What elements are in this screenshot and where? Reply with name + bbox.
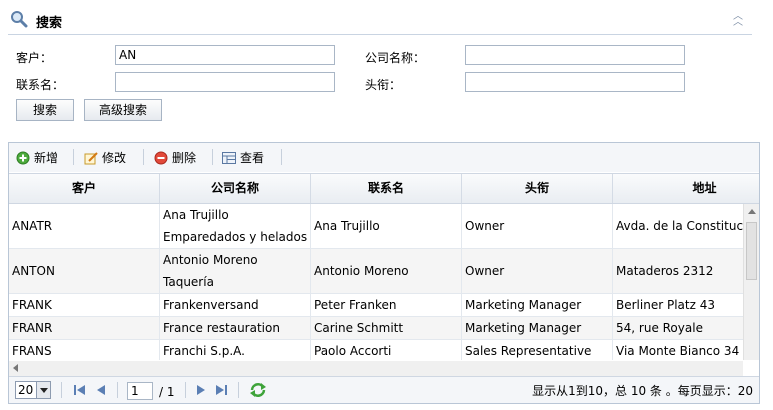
view-icon [222,152,236,164]
column-header-contact[interactable]: 联系名 [311,174,462,203]
pager-divider [238,382,239,398]
title-input[interactable] [465,72,685,92]
cell-address: 54, rue Royale [613,317,743,339]
customer-input[interactable] [115,45,335,65]
column-header-company[interactable]: 公司名称 [160,174,311,203]
cell-address: Mataderos 2312 [613,249,743,293]
page-number-input[interactable] [127,382,153,400]
company-input[interactable] [465,45,685,65]
cell-address: Berliner Platz 43 [613,294,743,316]
cell-company: Franchi S.p.A. [160,340,311,360]
horizontal-scrollbar[interactable] [9,361,743,376]
cell-company: Antonio Moreno Taquería [160,249,311,293]
first-page-icon[interactable] [73,384,87,396]
vertical-scrollbar[interactable] [743,204,759,360]
customer-label: 客户： [16,51,53,65]
cell-customer: FRANK [9,294,160,316]
delete-label: 删除 [172,151,197,165]
cell-title: Sales Representative [462,340,613,360]
cell-title: Owner [462,249,613,293]
previous-page-icon[interactable] [95,384,107,396]
view-button[interactable]: 查看 [222,149,264,167]
table-row[interactable]: FRANK Frankenversand Peter Franken Marke… [9,294,743,317]
search-panel-title: 搜索 [36,16,63,31]
cell-contact: Antonio Moreno [311,249,462,293]
refresh-icon[interactable] [249,382,267,398]
cell-title: Marketing Manager [462,317,613,339]
toolbar-divider [73,149,74,165]
cell-company: Ana Trujillo Emparedados y helados [160,204,311,248]
cell-customer: FRANS [9,340,160,360]
delete-button[interactable]: 删除 [154,149,196,167]
view-label: 查看 [240,151,265,165]
add-label: 新增 [34,151,59,165]
cell-title: Owner [462,204,613,248]
cell-contact: Ana Trujillo [311,204,462,248]
edit-label: 修改 [102,151,127,165]
next-page-icon[interactable] [195,384,207,396]
collapse-icon[interactable]: ︿ ︿ [732,12,744,28]
scroll-left-icon[interactable] [13,364,18,372]
toolbar-divider [143,149,144,165]
cell-contact: Peter Franken [311,294,462,316]
toolbar-divider [281,149,282,165]
cell-address: Via Monte Bianco 34 [613,340,743,360]
pager-divider [61,382,62,398]
pagination-summary: 显示从1到10，总 10 条 。每页显示：20 [532,384,753,398]
search-panel: 搜索 ︿︿ 客户： 公司名称： 联系名： 头衔： 搜索 高级搜索 [8,0,752,135]
cell-customer: FRANR [9,317,160,339]
scroll-up-icon[interactable] [748,209,756,214]
column-header-address[interactable]: 地址 [613,174,759,203]
total-pages: / 1 [159,385,175,399]
pager-divider [185,382,186,398]
toolbar-divider [212,149,213,165]
company-label: 公司名称： [365,51,426,65]
search-button[interactable]: 搜索 [16,99,74,121]
table-row[interactable]: FRANR France restauration Carine Schmitt… [9,317,743,340]
cell-address: Avda. de la Constitución [613,204,743,248]
add-button[interactable]: 新增 [16,149,58,167]
cell-company: France restauration [160,317,311,339]
table-row[interactable]: FRANS Franchi S.p.A. Paolo Accorti Sales… [9,340,743,360]
table-row[interactable]: ANTON Antonio Moreno Taquería Antonio Mo… [9,249,743,294]
page-size-select[interactable]: 20 [15,381,51,399]
cell-company: Frankenversand [160,294,311,316]
column-header-customer[interactable]: 客户 [9,174,160,203]
column-header-title[interactable]: 头衔 [462,174,613,203]
grid-body: ANATR Ana Trujillo Emparedados y helados… [9,204,743,360]
last-page-icon[interactable] [214,384,228,396]
data-grid: 新增 修改 删除 查看 客户 公司名称 联系名 头衔 地址 ANATR Ana … [8,142,760,404]
scrollbar-thumb[interactable] [746,222,757,280]
page-size-value: 20 [18,383,34,397]
grid-toolbar: 新增 修改 删除 查看 [9,143,759,172]
cell-contact: Paolo Accorti [311,340,462,360]
add-icon [16,151,30,165]
cell-customer: ANTON [9,249,160,293]
search-panel-header: 搜索 ︿ ︿ [8,8,752,35]
cell-customer: ANATR [9,204,160,248]
advanced-search-button[interactable]: 高级搜索 [84,99,162,121]
chevron-down-icon[interactable] [36,382,50,398]
cell-title: Marketing Manager [462,294,613,316]
table-row[interactable]: ANATR Ana Trujillo Emparedados y helados… [9,204,743,249]
contact-input[interactable] [115,72,335,92]
pagination-bar: 20 / 1 显示从1到10，总 10 条 。每页显示：20 [9,376,759,403]
cell-contact: Carine Schmitt [311,317,462,339]
contact-label: 联系名： [16,78,65,92]
edit-icon [84,152,98,165]
search-icon [11,11,28,28]
edit-button[interactable]: 修改 [84,149,126,167]
grid-header: 客户 公司名称 联系名 头衔 地址 [9,173,759,204]
title-label: 头衔： [365,78,402,92]
delete-icon [154,151,168,165]
pager-divider [117,382,118,398]
